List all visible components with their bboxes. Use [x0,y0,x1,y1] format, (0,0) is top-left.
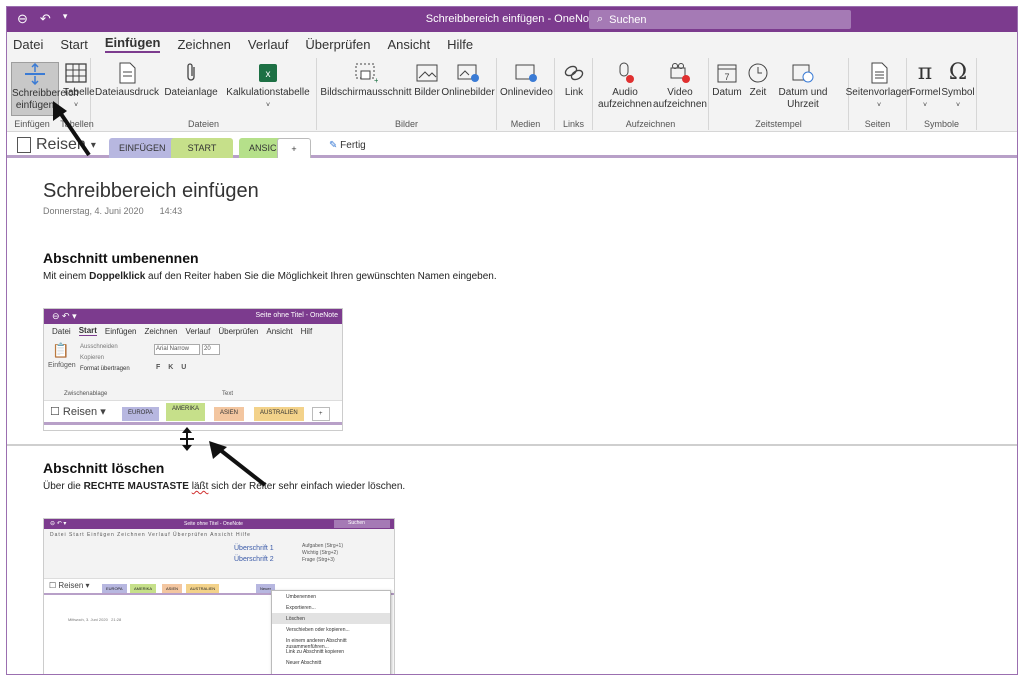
onenote-window: ⊖ ↶ ▾ Schreibbereich einfügen - OneNote … [6,6,1018,675]
arrow-head-icon [209,441,227,459]
resize-cursor-icon [180,427,194,451]
arrow-to-schreibbereich [57,109,91,157]
arrow-to-resize-cursor [217,447,267,487]
annotation-arrows [53,101,267,487]
